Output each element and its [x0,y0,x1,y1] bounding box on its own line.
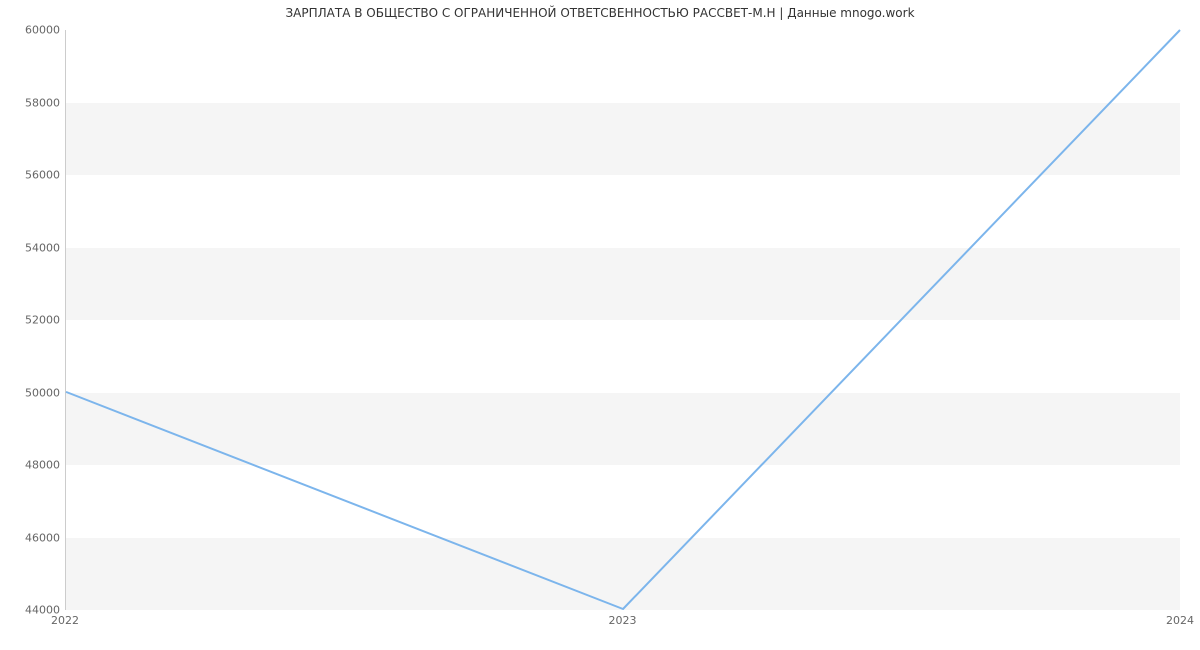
y-tick-label: 46000 [10,531,60,544]
data-line [66,30,1180,609]
y-tick-label: 48000 [10,459,60,472]
y-tick-label: 56000 [10,169,60,182]
x-tick-label: 2023 [609,614,637,627]
y-tick-label: 52000 [10,314,60,327]
chart-container: ЗАРПЛАТА В ОБЩЕСТВО С ОГРАНИЧЕННОЙ ОТВЕТ… [0,0,1200,650]
line-series [66,30,1180,609]
plot-area [65,30,1180,610]
y-tick-label: 58000 [10,96,60,109]
chart-title: ЗАРПЛАТА В ОБЩЕСТВО С ОГРАНИЧЕННОЙ ОТВЕТ… [0,6,1200,20]
x-tick-label: 2022 [51,614,79,627]
y-tick-label: 54000 [10,241,60,254]
y-tick-label: 50000 [10,386,60,399]
x-tick-label: 2024 [1166,614,1194,627]
y-tick-label: 60000 [10,24,60,37]
